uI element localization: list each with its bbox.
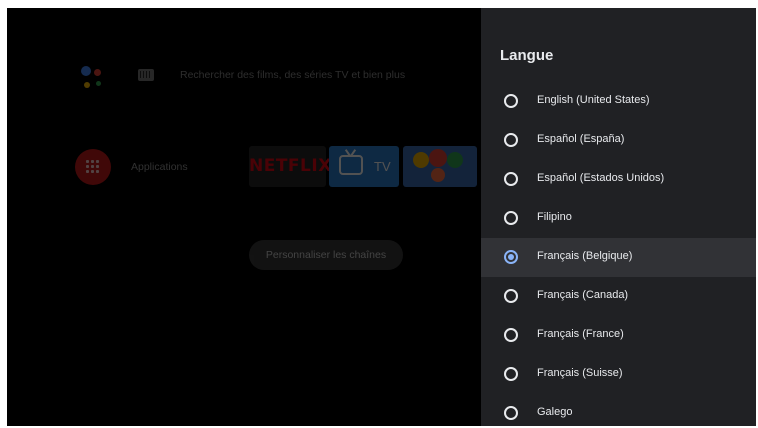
language-option[interactable]: Français (Suisse)	[481, 355, 756, 394]
language-label: Français (Canada)	[537, 289, 629, 301]
language-option[interactable]: Español (Estados Unidos)	[481, 160, 756, 199]
language-option[interactable]: Español (España)	[481, 121, 756, 160]
apps-label: Applications	[131, 161, 188, 173]
tv-label: TV	[374, 159, 391, 174]
radio-button-icon[interactable]	[504, 133, 518, 147]
customize-channels-button[interactable]: Personnaliser les chaînes	[249, 240, 403, 270]
app-tile-play-games[interactable]	[403, 146, 477, 187]
radio-button-icon[interactable]	[504, 94, 518, 108]
language-label: Galego	[537, 406, 573, 418]
language-option[interactable]: Français (Canada)	[481, 277, 756, 316]
radio-button-icon[interactable]	[504, 289, 518, 303]
tv-icon	[339, 155, 363, 175]
search-placeholder[interactable]: Rechercher des films, des séries TV et b…	[180, 69, 405, 81]
language-option[interactable]: Galego	[481, 394, 756, 426]
radio-button-checked-icon[interactable]	[504, 250, 518, 264]
language-label: Français (Suisse)	[537, 367, 623, 379]
radio-button-icon[interactable]	[504, 406, 518, 420]
tv-screen: Rechercher des films, des séries TV et b…	[7, 8, 756, 426]
language-list: English (United States) Español (España)…	[481, 82, 756, 426]
language-label: English (United States)	[537, 94, 650, 106]
panel-title: Langue	[500, 47, 554, 64]
netflix-logo: NETFLIX	[249, 156, 332, 176]
google-assistant-icon[interactable]	[79, 64, 105, 94]
language-label: Français (Belgique)	[537, 250, 633, 262]
radio-button-icon[interactable]	[504, 367, 518, 381]
language-option[interactable]: English (United States)	[481, 82, 756, 121]
language-panel: Langue English (United States) Español (…	[481, 8, 756, 426]
keyboard-icon[interactable]	[138, 69, 154, 81]
app-tile-tv[interactable]: TV	[329, 146, 399, 187]
radio-button-icon[interactable]	[504, 328, 518, 342]
radio-button-icon[interactable]	[504, 211, 518, 225]
language-option-selected[interactable]: Français (Belgique)	[481, 238, 756, 277]
apps-grid-icon[interactable]	[75, 149, 111, 185]
language-option[interactable]: Filipino	[481, 199, 756, 238]
home-screen-dimmed: Rechercher des films, des séries TV et b…	[7, 8, 481, 426]
language-label: Español (España)	[537, 133, 625, 145]
language-label: Français (France)	[537, 328, 624, 340]
language-option[interactable]: Français (France)	[481, 316, 756, 355]
app-tile-netflix[interactable]: NETFLIX	[249, 146, 332, 187]
radio-button-icon[interactable]	[504, 172, 518, 186]
language-label: Español (Estados Unidos)	[537, 172, 665, 184]
language-label: Filipino	[537, 211, 572, 223]
